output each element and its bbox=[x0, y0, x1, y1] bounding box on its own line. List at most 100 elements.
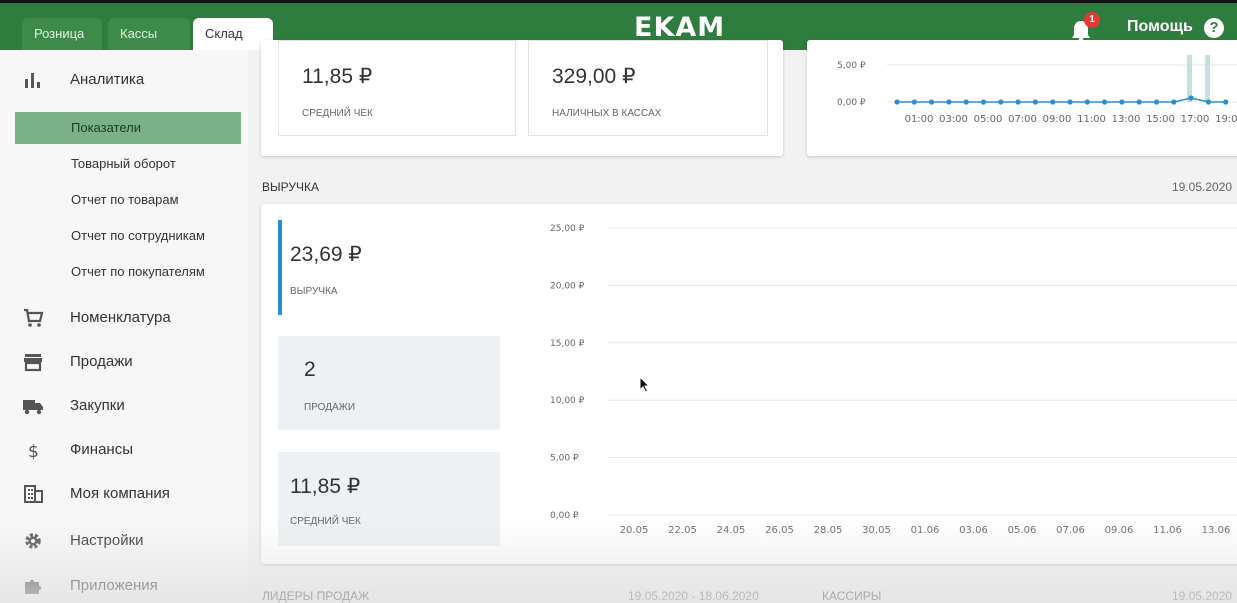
hourly-point bbox=[1205, 99, 1211, 105]
hourly-x-tick: 09:00 bbox=[1043, 114, 1072, 125]
y-tick-label: 5,00 ₽ bbox=[550, 454, 579, 464]
sidebar-subitem-customers-report[interactable]: Отчет по покупателям bbox=[15, 256, 241, 288]
cashiers-section-title: КАССИРЫ bbox=[822, 589, 882, 603]
hourly-y-tick: 0,00 ₽ bbox=[837, 98, 866, 108]
hourly-point bbox=[1119, 99, 1125, 105]
help-link[interactable]: Помощь bbox=[1127, 18, 1193, 36]
y-tick-label: 25,00 ₽ bbox=[550, 224, 585, 234]
hourly-point bbox=[894, 99, 900, 105]
hourly-y-tick: 5,00 ₽ bbox=[837, 61, 866, 71]
mouse-cursor-icon bbox=[639, 376, 651, 393]
hourly-x-tick: 01:00 bbox=[905, 114, 934, 125]
hourly-point bbox=[1153, 99, 1160, 105]
hourly-bar bbox=[1187, 55, 1192, 102]
avg-check-label: СРЕДНИЙ ЧЕК bbox=[302, 108, 373, 119]
sidebar-item-label: Продажи bbox=[70, 353, 133, 370]
help-icon[interactable]: ? bbox=[1204, 18, 1224, 38]
cashiers-section-date: 19.05.2020 bbox=[1172, 589, 1233, 603]
sales-count-tile[interactable] bbox=[278, 336, 500, 430]
hourly-point bbox=[1084, 99, 1090, 105]
hourly-point bbox=[929, 99, 935, 105]
sidebar-item-label: Аналитика bbox=[70, 71, 145, 88]
x-tick-label: 22.05 bbox=[668, 525, 697, 536]
hourly-point bbox=[980, 99, 987, 105]
sidebar-item-purchases[interactable]: Закупки bbox=[0, 386, 248, 426]
hourly-point bbox=[1223, 99, 1229, 105]
sales-count-label: ПРОДАЖИ bbox=[304, 402, 356, 413]
sidebar-subitem-turnover[interactable]: Товарный оборот bbox=[15, 148, 241, 180]
leaders-section-date: 19.05.2020 - 18.06.2020 bbox=[628, 589, 759, 603]
sidebar-item-sales[interactable]: Продажи bbox=[0, 342, 248, 382]
sidebar-item-label: Приложения bbox=[70, 577, 158, 594]
hourly-point bbox=[1050, 99, 1056, 105]
bar-chart-icon bbox=[25, 73, 40, 88]
tab-cash-registers[interactable]: Кассы bbox=[108, 18, 190, 50]
leaders-section-title: ЛИДЕРЫ ПРОДАЖ bbox=[262, 589, 370, 603]
sidebar-item-label: Финансы bbox=[70, 441, 133, 458]
x-tick-label: 01.06 bbox=[911, 525, 940, 536]
puzzle-icon bbox=[25, 579, 42, 594]
hourly-point bbox=[1171, 99, 1177, 105]
sidebar-item-label: Номенклатура bbox=[70, 309, 171, 326]
sidebar-item-my-company[interactable]: Моя компания bbox=[0, 474, 248, 514]
hourly-bar bbox=[1205, 55, 1210, 102]
sidebar-item-label: Закупки bbox=[70, 397, 125, 414]
x-tick-label: 20.05 bbox=[620, 525, 649, 536]
hourly-chart: 5,00 ₽ 0,00 ₽ 01:00 03:00 05:00 07:00 09:00 1… bbox=[837, 55, 1237, 125]
hourly-point bbox=[946, 99, 952, 105]
x-tick-label: 13.06 bbox=[1202, 525, 1231, 536]
cash-in-registers-value: 329,00 ₽ bbox=[552, 65, 636, 88]
building-icon bbox=[24, 485, 43, 503]
hourly-point bbox=[1102, 99, 1108, 105]
hourly-point bbox=[1067, 99, 1073, 105]
y-tick-label: 15,00 ₽ bbox=[550, 339, 585, 349]
y-tick-label: 0,00 ₽ bbox=[550, 511, 579, 521]
sidebar-subitem-employees-report[interactable]: Отчет по сотрудникам bbox=[15, 220, 241, 252]
revenue-section-title: ВЫРУЧКА bbox=[262, 180, 319, 194]
truck-icon bbox=[23, 400, 43, 415]
sidebar-subitem-goods-report[interactable]: Отчет по товарам bbox=[15, 184, 241, 216]
x-tick-label: 11.06 bbox=[1153, 525, 1182, 536]
svg-text:$: $ bbox=[28, 442, 39, 460]
hourly-point bbox=[1188, 95, 1194, 101]
sidebar-item-apps[interactable]: Приложения bbox=[0, 566, 248, 603]
hourly-x-tick: 03:00 bbox=[939, 114, 968, 125]
sales-count-value: 2 bbox=[304, 358, 316, 381]
revenue-avg-check-label: СРЕДНИЙ ЧЕК bbox=[290, 516, 361, 527]
sidebar-subitem-indicators[interactable]: Показатели bbox=[15, 112, 241, 144]
hourly-x-tick: 15:00 bbox=[1146, 114, 1175, 125]
x-tick-label: 24.05 bbox=[717, 525, 746, 536]
logo[interactable]: EKAM bbox=[634, 12, 725, 43]
y-tick-label: 10,00 ₽ bbox=[550, 396, 585, 406]
sidebar-item-analytics[interactable]: Аналитика bbox=[0, 60, 248, 100]
sidebar-item-settings[interactable]: Настройки bbox=[0, 521, 248, 561]
sidebar-item-nomenclature[interactable]: Номенклатура bbox=[0, 298, 248, 338]
hourly-point bbox=[1136, 99, 1142, 105]
revenue-value: 23,69 ₽ bbox=[290, 243, 362, 266]
hourly-x-tick: 13:00 bbox=[1112, 114, 1141, 125]
tab-retail[interactable]: Розница bbox=[22, 18, 102, 50]
hourly-x-tick: 19:00 bbox=[1215, 114, 1237, 125]
hourly-x-tick: 11:00 bbox=[1077, 114, 1106, 125]
gear-icon bbox=[25, 533, 41, 549]
hourly-x-tick: 05:00 bbox=[974, 114, 1003, 125]
x-tick-label: 03.06 bbox=[959, 525, 988, 536]
avg-check-tile[interactable] bbox=[278, 452, 500, 546]
sidebar-item-label: Моя компания bbox=[70, 485, 170, 502]
avg-check-value: 11,85 ₽ bbox=[302, 65, 373, 88]
revenue-avg-check-value: 11,85 ₽ bbox=[290, 475, 361, 498]
sidebar-item-label: Настройки bbox=[70, 532, 144, 549]
top-rule bbox=[0, 0, 1237, 3]
revenue-active-indicator bbox=[278, 220, 282, 315]
hourly-point bbox=[1015, 99, 1021, 105]
cart-icon bbox=[24, 308, 44, 327]
x-tick-label: 05.06 bbox=[1008, 525, 1037, 536]
store-icon bbox=[24, 354, 42, 372]
notification-count-badge: 1 bbox=[1084, 12, 1100, 28]
hourly-series-line bbox=[897, 97, 1226, 103]
hourly-point bbox=[911, 99, 917, 105]
hourly-x-tick: 07:00 bbox=[1008, 114, 1037, 125]
sidebar-item-finance[interactable]: $ Финансы bbox=[0, 430, 248, 470]
hourly-point bbox=[1032, 99, 1038, 105]
x-tick-label: 30.05 bbox=[862, 525, 891, 536]
